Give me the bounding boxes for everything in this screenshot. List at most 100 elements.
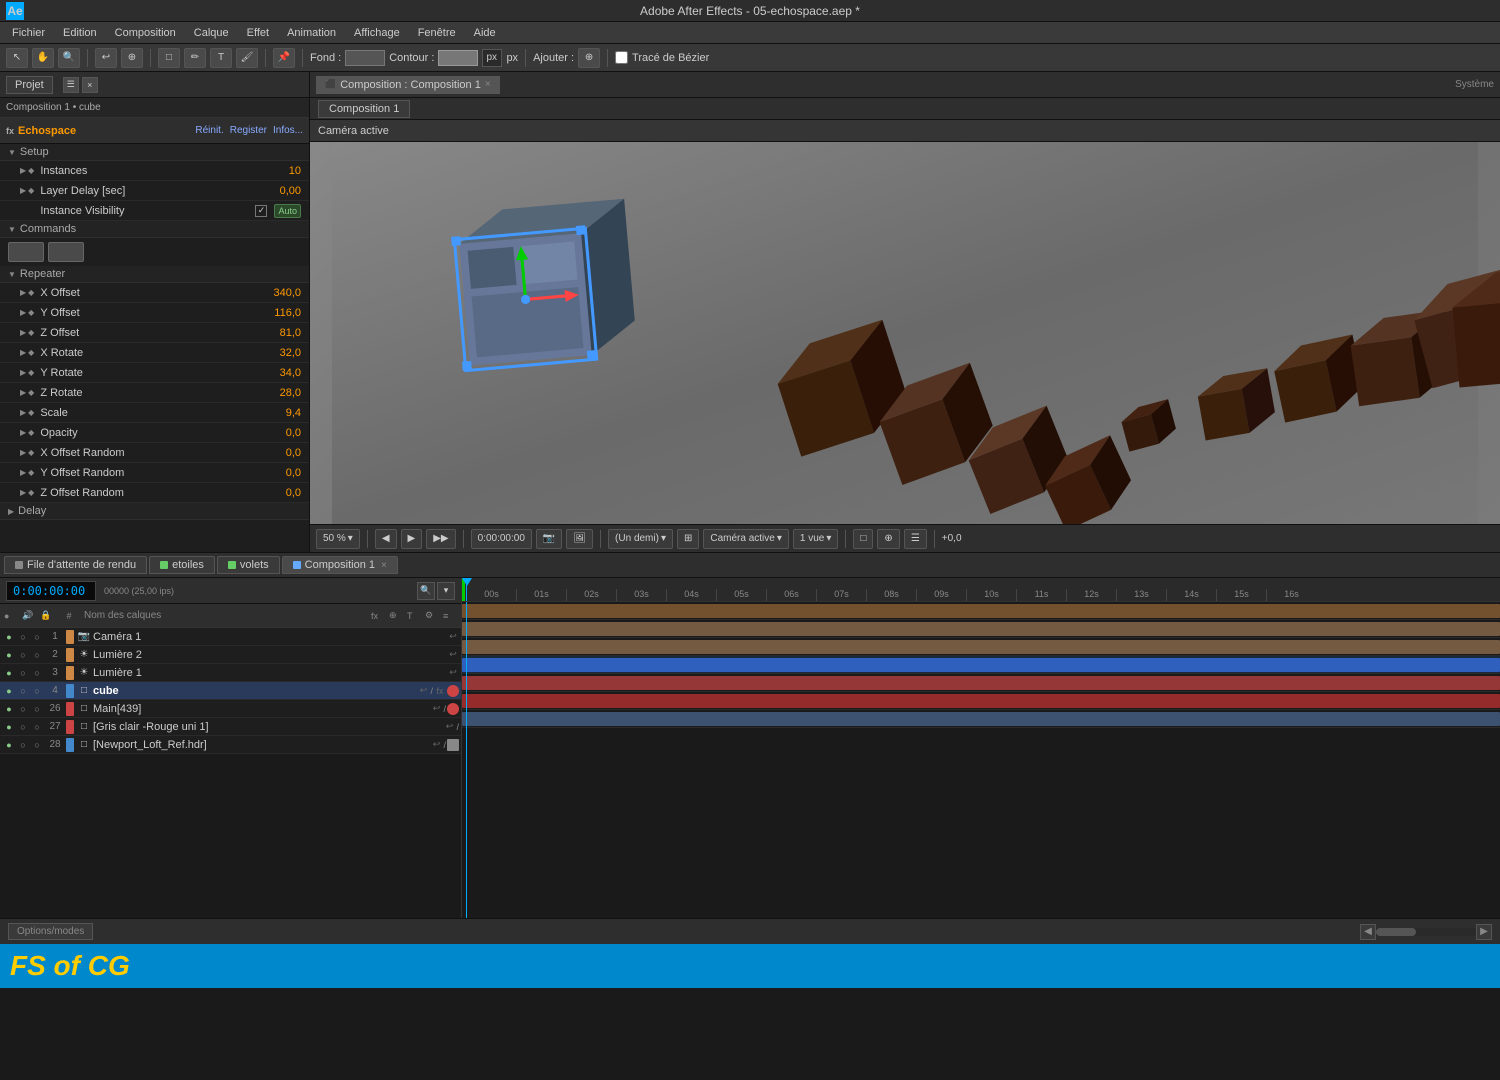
- project-panel-menu[interactable]: ☰: [63, 77, 79, 93]
- menu-composition[interactable]: Composition: [107, 25, 184, 41]
- track-row-28[interactable]: [462, 710, 1500, 728]
- commands-group[interactable]: Commands: [0, 221, 309, 238]
- render-btn[interactable]: □: [853, 529, 873, 549]
- layer-row-gris[interactable]: ● ○ ○ 27 □ [Gris clair -Rouge uni 1] ↩ /: [0, 718, 461, 736]
- pin-tool[interactable]: 📌: [273, 48, 295, 68]
- instance-vis-row[interactable]: ▶ ◆ Instance Visibility ✓ Auto: [0, 201, 309, 221]
- pen-tool[interactable]: ✏: [184, 48, 206, 68]
- play-btn[interactable]: ▶: [401, 529, 423, 549]
- snapshot-btn[interactable]: 📷: [536, 529, 562, 549]
- layer3-vis[interactable]: ●: [2, 666, 16, 680]
- comp1-sub-tab[interactable]: Composition 1: [318, 100, 410, 118]
- timeline-ruler[interactable]: 00s 01s 02s 03s 04s 05s 06s 07s 08s 09s …: [462, 578, 1500, 602]
- setup-group[interactable]: Setup: [0, 144, 309, 161]
- z-offset-random-row[interactable]: ▶◆ Z Offset Random 0,0: [0, 483, 309, 503]
- delay-group[interactable]: Delay: [0, 503, 309, 520]
- layer26-audio[interactable]: ○: [16, 702, 30, 716]
- x-offset-row[interactable]: ▶◆ X Offset 340,0: [0, 283, 309, 303]
- contour-swatch[interactable]: [438, 50, 478, 66]
- menu-edition[interactable]: Edition: [55, 25, 105, 41]
- x-rotate-row[interactable]: ▶◆ X Rotate 32,0: [0, 343, 309, 363]
- ajouter-btn[interactable]: ⊕: [578, 48, 600, 68]
- z-offset-row[interactable]: ▶◆ Z Offset 81,0: [0, 323, 309, 343]
- layer-row-cube[interactable]: ● ○ ○ 4 □ cube ↩ / fx: [0, 682, 461, 700]
- register-btn[interactable]: Register: [230, 125, 267, 136]
- layer28-vis[interactable]: ●: [2, 738, 16, 752]
- layer-row-newport[interactable]: ● ○ ○ 28 □ [Newport_Loft_Ref.hdr] ↩ /: [0, 736, 461, 754]
- layer28-audio[interactable]: ○: [16, 738, 30, 752]
- menu-calque[interactable]: Calque: [186, 25, 237, 41]
- timeline-time-display[interactable]: 0:00:00:00: [6, 581, 96, 601]
- reinit-btn[interactable]: Réinit.: [195, 125, 223, 136]
- layer28-lock[interactable]: ○: [30, 738, 44, 752]
- comp1-tab[interactable]: Composition 1 ×: [282, 556, 398, 574]
- track-row-3[interactable]: [462, 638, 1500, 656]
- menu-fenetre[interactable]: Fenêtre: [410, 25, 464, 41]
- infos-btn[interactable]: Infos...: [273, 125, 303, 136]
- layer4-audio[interactable]: ○: [16, 684, 30, 698]
- scrollbar-track[interactable]: [1376, 928, 1476, 936]
- show-snapshot-btn[interactable]: 🖼: [566, 529, 593, 549]
- project-panel-close[interactable]: ×: [82, 77, 98, 93]
- y-offset-row[interactable]: ▶◆ Y Offset 116,0: [0, 303, 309, 323]
- render-queue-tab[interactable]: File d'attente de rendu: [4, 556, 147, 574]
- camera-orbit[interactable]: ⊕: [121, 48, 143, 68]
- brush-tool[interactable]: 🖌: [236, 48, 258, 68]
- layer4-lock[interactable]: ○: [30, 684, 44, 698]
- comp-tab-main[interactable]: ⬛ Composition : Composition 1 ×: [316, 76, 500, 94]
- layer27-audio[interactable]: ○: [16, 720, 30, 734]
- layer1-lock[interactable]: ○: [30, 630, 44, 644]
- zoom-display[interactable]: 50 % ▾: [316, 529, 360, 549]
- fond-swatch[interactable]: [345, 50, 385, 66]
- menu-animation[interactable]: Animation: [279, 25, 344, 41]
- track-area[interactable]: [462, 602, 1500, 918]
- cmd-btn-1[interactable]: [8, 242, 44, 262]
- layer2-lock[interactable]: ○: [30, 648, 44, 662]
- layer26-lock[interactable]: ○: [30, 702, 44, 716]
- text-tool[interactable]: T: [210, 48, 232, 68]
- layer-row-camera1[interactable]: ● ○ ○ 1 📷 Caméra 1 ↩: [0, 628, 461, 646]
- repeater-group[interactable]: Repeater: [0, 266, 309, 283]
- tc-btn2[interactable]: ▾: [437, 582, 455, 600]
- time-display[interactable]: 0:00:00:00: [471, 529, 532, 549]
- opacity-row[interactable]: ▶◆ Opacity 0,0: [0, 423, 309, 443]
- x-offset-random-row[interactable]: ▶◆ X Offset Random 0,0: [0, 443, 309, 463]
- hand-tool[interactable]: ✋: [32, 48, 54, 68]
- menu-effet[interactable]: Effet: [239, 25, 277, 41]
- view-options-btn[interactable]: ⊕: [877, 529, 899, 549]
- y-rotate-row[interactable]: ▶◆ Y Rotate 34,0: [0, 363, 309, 383]
- menu-aide[interactable]: Aide: [466, 25, 504, 41]
- layer26-vis[interactable]: ●: [2, 702, 16, 716]
- layer27-lock[interactable]: ○: [30, 720, 44, 734]
- layer27-vis[interactable]: ●: [2, 720, 16, 734]
- track-row-2[interactable]: [462, 620, 1500, 638]
- px-input[interactable]: [482, 49, 502, 67]
- options-modes-btn[interactable]: Options/modes: [8, 923, 93, 940]
- layer-row-main[interactable]: ● ○ ○ 26 □ Main[439] ↩ /: [0, 700, 461, 718]
- grid-btn[interactable]: ⊞: [677, 529, 699, 549]
- rotate-tool[interactable]: ↩: [95, 48, 117, 68]
- zoom-tool[interactable]: 🔍: [58, 48, 80, 68]
- layer4-vis[interactable]: ●: [2, 684, 16, 698]
- prev-frame-btn[interactable]: ◀: [375, 529, 397, 549]
- next-frame-btn[interactable]: ▶▶: [426, 529, 455, 549]
- menu-fichier[interactable]: Fichier: [4, 25, 53, 41]
- y-offset-random-row[interactable]: ▶◆ Y Offset Random 0,0: [0, 463, 309, 483]
- camera-dropdown[interactable]: Caméra active ▾: [703, 529, 789, 549]
- etoiles-tab[interactable]: etoiles: [149, 556, 215, 574]
- scrollbar-thumb[interactable]: [1376, 928, 1416, 936]
- views-dropdown[interactable]: 1 vue ▾: [793, 529, 839, 549]
- layer3-audio[interactable]: ○: [16, 666, 30, 680]
- cmd-btn-2[interactable]: [48, 242, 84, 262]
- scroll-right-btn[interactable]: ▶: [1476, 924, 1492, 940]
- instances-row[interactable]: ▶ ◆ Instances 10: [0, 161, 309, 181]
- comp1-tab-close[interactable]: ×: [381, 560, 387, 571]
- layer1-audio[interactable]: ○: [16, 630, 30, 644]
- track-row-27[interactable]: [462, 692, 1500, 710]
- layer-delay-row[interactable]: ▶ ◆ Layer Delay [sec] 0,00: [0, 181, 309, 201]
- track-row-1[interactable]: [462, 602, 1500, 620]
- quality-dropdown[interactable]: (Un demi) ▾: [608, 529, 673, 549]
- rect-tool[interactable]: □: [158, 48, 180, 68]
- layer3-lock[interactable]: ○: [30, 666, 44, 680]
- project-tab[interactable]: Projet: [6, 76, 53, 94]
